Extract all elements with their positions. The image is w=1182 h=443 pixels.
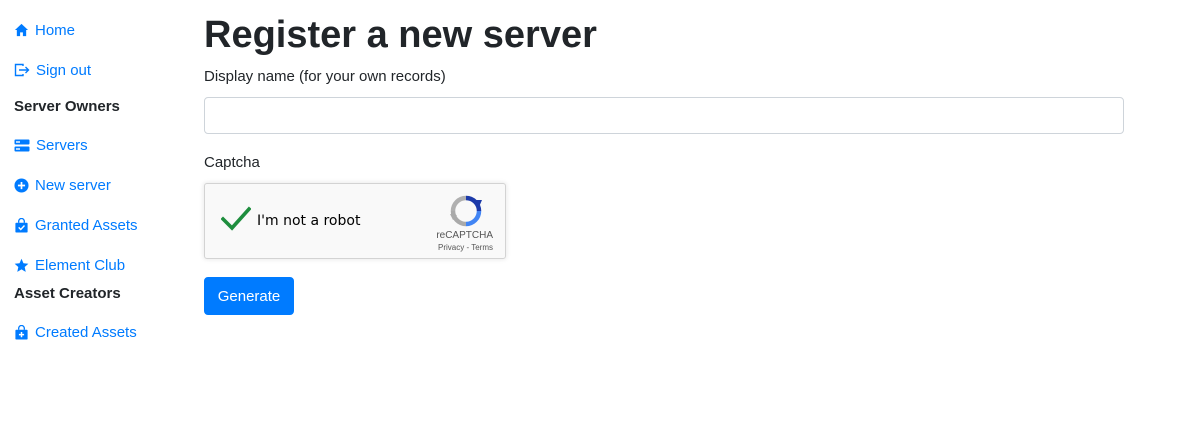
generate-button[interactable]: Generate <box>204 277 294 315</box>
home-icon <box>14 23 29 37</box>
display-name-label: Display name (for your own records) <box>204 68 446 85</box>
plus-circle-icon <box>14 177 29 193</box>
recaptcha-logo-icon <box>449 194 483 228</box>
sidebar-item-home[interactable]: Home <box>14 20 75 40</box>
sidebar-item-element-club[interactable]: Element Club <box>14 255 125 275</box>
sidebar-item-created-assets[interactable]: Created Assets <box>14 322 137 342</box>
sign-out-icon <box>14 63 30 77</box>
sidebar-heading-server-owners: Server Owners <box>14 98 120 115</box>
sidebar-item-label: Created Assets <box>35 323 137 341</box>
recaptcha-brand: reCAPTCHA <box>436 230 493 241</box>
sidebar-item-label: Servers <box>36 136 88 154</box>
star-icon <box>14 258 29 273</box>
recaptcha-separator: - <box>466 243 470 252</box>
shopping-bag-check-icon <box>14 217 29 233</box>
page-title: Register a new server <box>204 14 597 56</box>
display-name-input[interactable] <box>204 97 1124 134</box>
sidebar-item-granted-assets[interactable]: Granted Assets <box>14 215 138 235</box>
recaptcha-checkbox[interactable] <box>220 206 252 232</box>
recaptcha-terms-links: Privacy - Terms <box>438 243 493 252</box>
sidebar-item-new-server[interactable]: New server <box>14 175 111 195</box>
sidebar-item-label: Home <box>35 21 76 39</box>
recaptcha-privacy-link[interactable]: Privacy <box>438 243 464 252</box>
recaptcha-checkbox-label: I'm not a robot <box>257 213 361 229</box>
sidebar-item-sign-out[interactable]: Sign out <box>14 60 91 80</box>
server-icon <box>14 139 30 152</box>
shopping-bag-plus-icon <box>14 324 29 340</box>
sidebar-item-label: Granted Assets <box>35 216 138 234</box>
captcha-label: Captcha <box>204 154 260 171</box>
sidebar-heading-asset-creators: Asset Creators <box>14 285 121 302</box>
recaptcha-terms-link[interactable]: Terms <box>471 243 493 252</box>
sidebar-item-label: Element Club <box>35 256 126 274</box>
sidebar-item-servers[interactable]: Servers <box>14 135 88 155</box>
sidebar-item-label: Sign out <box>36 61 92 79</box>
checkmark-icon <box>220 206 252 231</box>
recaptcha-widget: I'm not a robot reCAPTCHA Privacy - Term… <box>204 183 506 259</box>
sidebar-item-label: New server <box>35 176 111 194</box>
